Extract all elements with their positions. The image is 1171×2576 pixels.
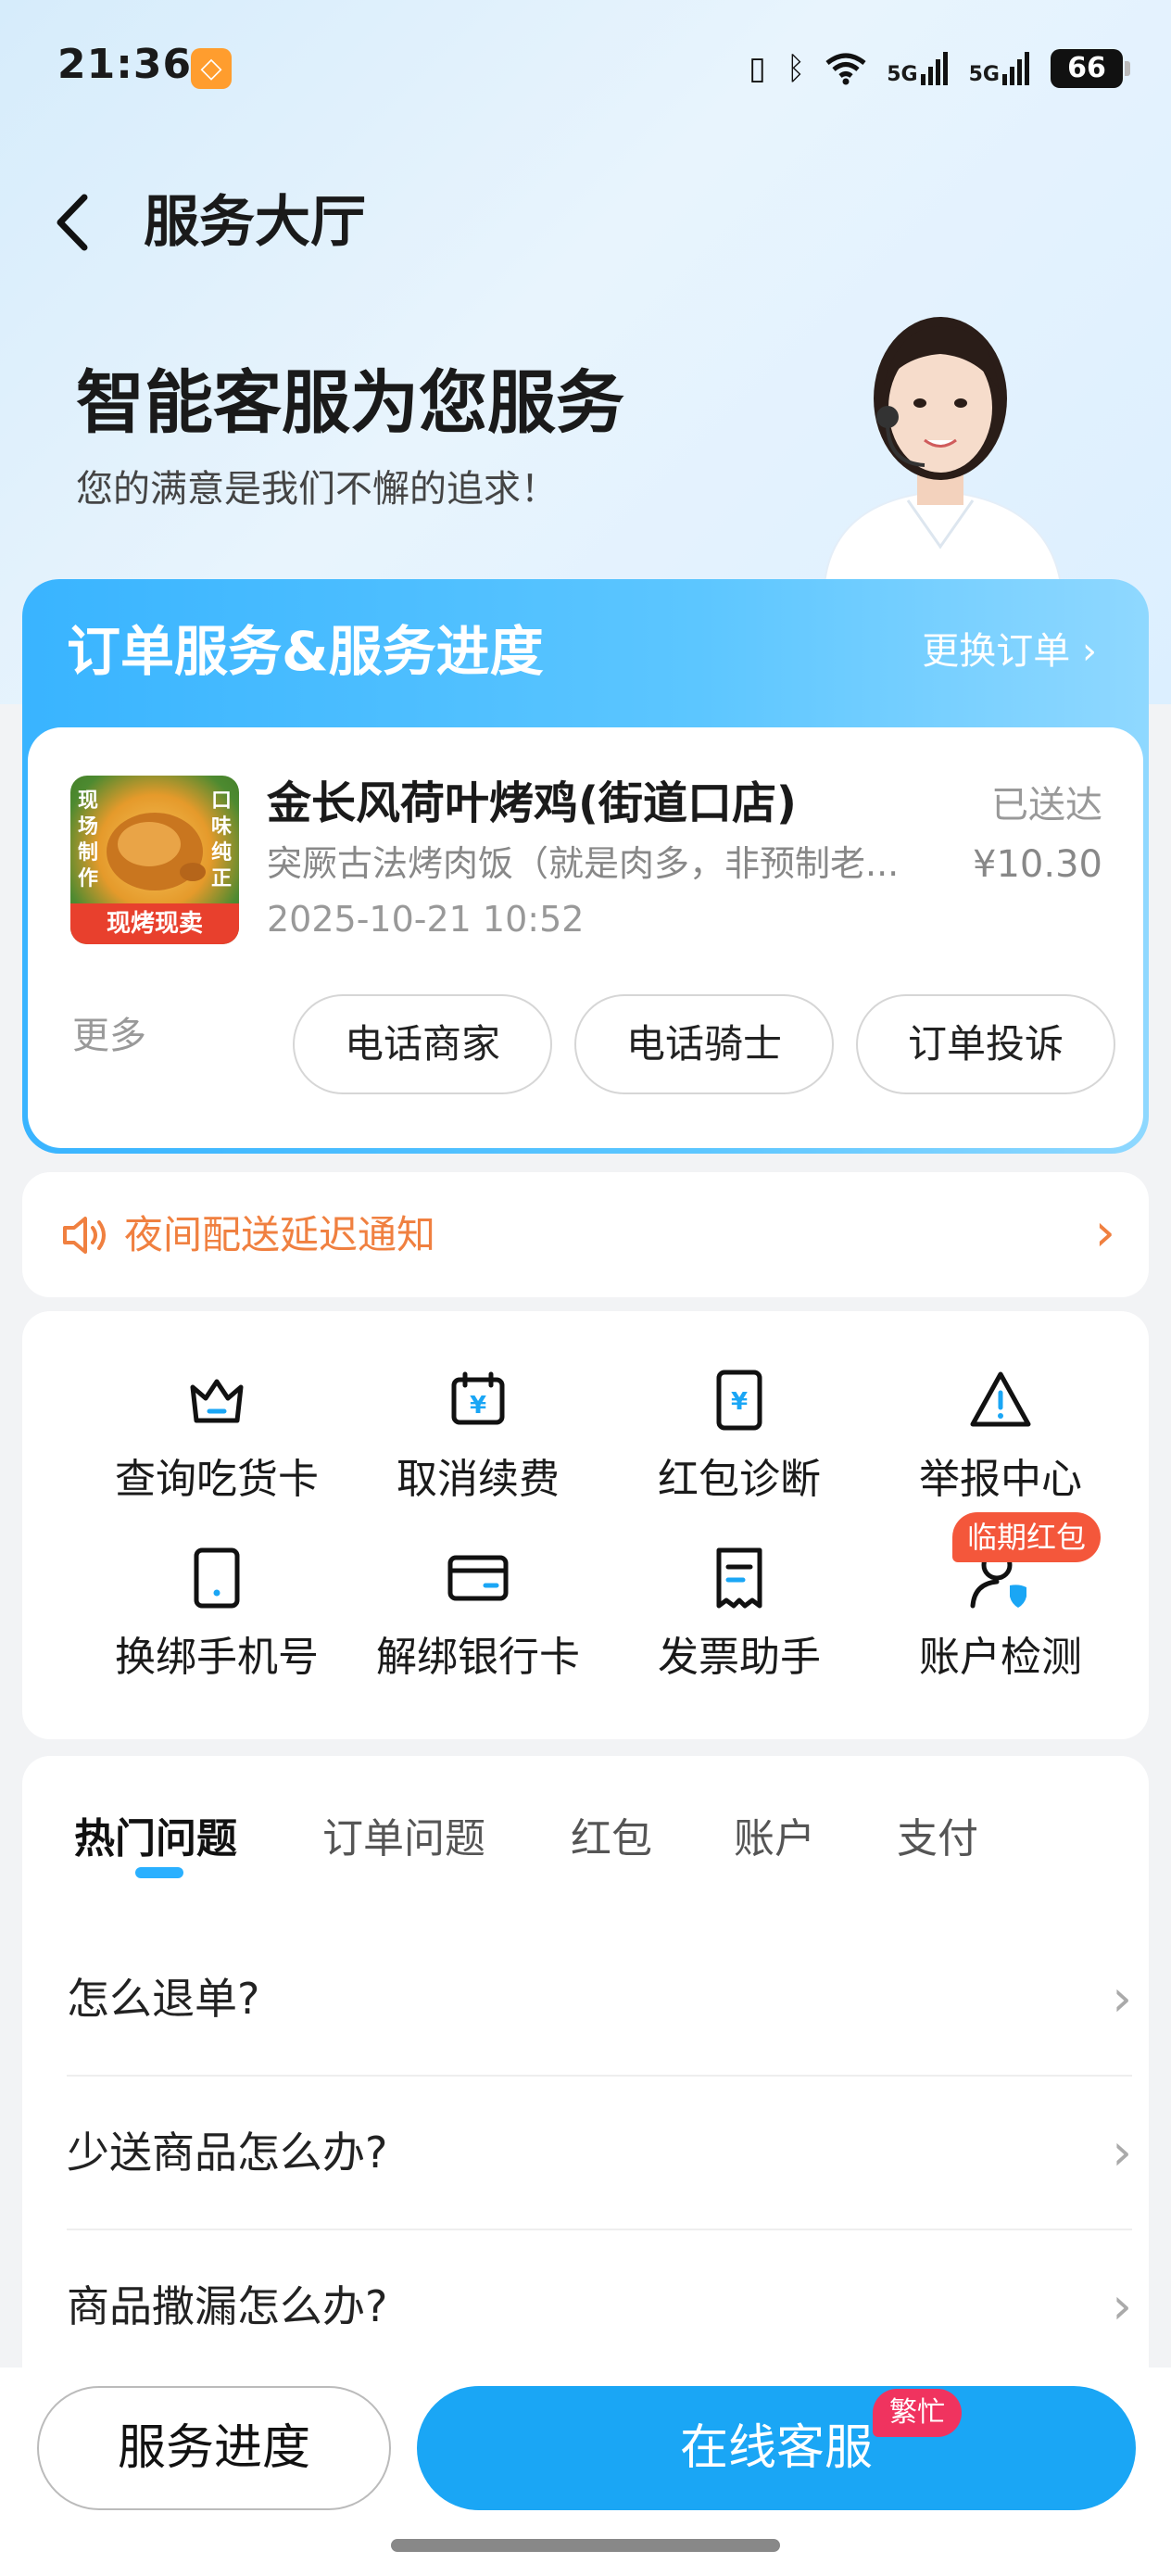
signal-bars-icon [920,52,948,85]
chevron-right-icon: › [1094,1203,1115,1263]
speaker-icon [63,1217,106,1254]
phone-yuan-icon: ¥ [716,1370,762,1431]
card-icon [447,1555,509,1601]
call-merchant-button[interactable]: 电话商家 [293,994,552,1094]
home-indicator[interactable] [391,2539,780,2552]
faq-item[interactable]: 少送商品怎么办? › [67,2077,1132,2230]
order-time: 2025-10-21 10:52 [267,899,585,940]
tab-hot-questions[interactable]: 热门问题 [74,1810,237,1869]
busy-badge: 繁忙 [873,2389,962,2437]
order-price: ¥10.30 [973,843,1102,886]
order-service-card: 订单服务&服务进度 更换订单 › 现场制作 口味纯正 现烤现卖 金长风荷叶烤鸡(… [22,579,1149,1154]
vibrate-icon: ▯ [749,50,766,87]
tab-payment[interactable]: 支付 [897,1810,978,1869]
more-label: 更多 [72,1015,146,1057]
tab-active-indicator [135,1867,183,1878]
back-button[interactable] [44,181,100,264]
hero-subtitle: 您的满意是我们不懈的追求！ [76,468,558,511]
chevron-left-icon [57,194,88,251]
expiring-redpacket-badge: 临期红包 [952,1512,1102,1562]
signal-bars-icon [1002,52,1029,85]
service-redpacket-diagnosis[interactable]: ¥ 红包诊断 [610,1367,869,1524]
status-bar: 21:36 ◇ ▯ ᛒ 5G 5G 66 [0,0,1171,139]
service-progress-button[interactable]: 服务进度 [37,2386,391,2510]
svg-text:¥: ¥ [731,1388,748,1416]
faq-item[interactable]: 商品撒漏怎么办? › [67,2230,1132,2384]
page-title: 服务大厅 [144,190,366,255]
signal-5g-2: 5G [969,52,1030,85]
status-time: 21:36 [57,41,193,88]
svg-text:¥: ¥ [470,1392,486,1420]
crown-icon [190,1379,244,1423]
thumb-left-text: 现场制作 [77,789,98,890]
order-complaint-button[interactable]: 订单投诉 [856,994,1115,1094]
battery-indicator: 66 [1051,49,1130,88]
wifi-icon [825,53,866,85]
service-label: 账户检测 [919,1634,1082,1681]
service-label: 举报中心 [919,1456,1082,1503]
order-section-title: 订单服务&服务进度 [67,620,544,683]
service-label: 解绑银行卡 [376,1634,580,1681]
service-label: 发票助手 [658,1634,821,1681]
notice-text: 夜间配送延迟通知 [124,1212,436,1257]
tab-redpacket[interactable]: 红包 [571,1810,652,1869]
signal-5g-1: 5G [887,52,948,85]
service-label: 取消续费 [397,1456,560,1503]
service-label: 红包诊断 [658,1456,821,1503]
faq-question: 少送商品怎么办? [67,2128,388,2178]
service-rebind-phone[interactable]: 换绑手机号 [87,1545,346,1702]
status-icons: ▯ ᛒ 5G 5G 66 [749,44,1130,93]
calendar-yuan-icon: ¥ [451,1371,505,1425]
tab-order-questions[interactable]: 订单问题 [322,1810,485,1869]
chevron-right-icon: › [1112,2123,1132,2181]
shop-thumbnail: 现场制作 口味纯正 现烤现卖 [70,776,239,944]
service-invoice-assistant[interactable]: 发票助手 [610,1545,869,1702]
change-order-button[interactable]: 更换订单 › [922,624,1097,679]
warning-icon [970,1371,1031,1427]
hero-title: 智能客服为您服务 [76,363,624,443]
bluetooth-icon: ᛒ [786,50,806,87]
app-notification-icon: ◇ [191,48,232,89]
thumb-right-text: 口味纯正 [210,789,232,890]
faq-card: 热门问题 订单问题 红包 账户 支付 怎么退单? › 少送商品怎么办? › 商品… [22,1756,1149,2460]
order-detail[interactable]: 现场制作 口味纯正 现烤现卖 金长风荷叶烤鸡(街道口店) 突厥古法烤肉饭（就是肉… [28,727,1143,1148]
service-label: 换绑手机号 [115,1634,319,1681]
thumb-banner: 现烤现卖 [70,903,239,944]
service-cancel-renewal[interactable]: ¥ 取消续费 [348,1367,608,1524]
faq-question: 商品撒漏怎么办? [67,2281,388,2331]
service-check-foodie-card[interactable]: 查询吃货卡 [87,1367,346,1524]
shop-name: 金长风荷叶烤鸡(街道口店) [267,777,797,829]
order-status: 已送达 [991,784,1102,827]
chevron-right-icon: › [1112,1969,1132,2027]
service-unbind-card[interactable]: 解绑银行卡 [348,1545,608,1702]
service-label: 查询吃货卡 [115,1456,319,1503]
online-service-button[interactable]: 在线客服 [417,2386,1136,2510]
service-report-center[interactable]: 举报中心 [871,1367,1130,1524]
night-delivery-notice[interactable]: 夜间配送延迟通知 › [22,1172,1149,1297]
phone-icon [194,1547,240,1609]
call-rider-button[interactable]: 电话骑士 [574,994,834,1094]
receipt-icon [716,1547,762,1609]
service-account-check[interactable]: 账户检测 [871,1545,1130,1702]
faq-question: 怎么退单? [67,1974,260,2024]
order-description: 突厥古法烤肉饭（就是肉多，非预制老... [267,843,900,884]
faq-item[interactable]: 怎么退单? › [67,1923,1132,2077]
chevron-right-icon: › [1112,2277,1132,2335]
customer-service-agent-illustration [823,317,1063,584]
tab-account[interactable]: 账户 [734,1810,815,1869]
